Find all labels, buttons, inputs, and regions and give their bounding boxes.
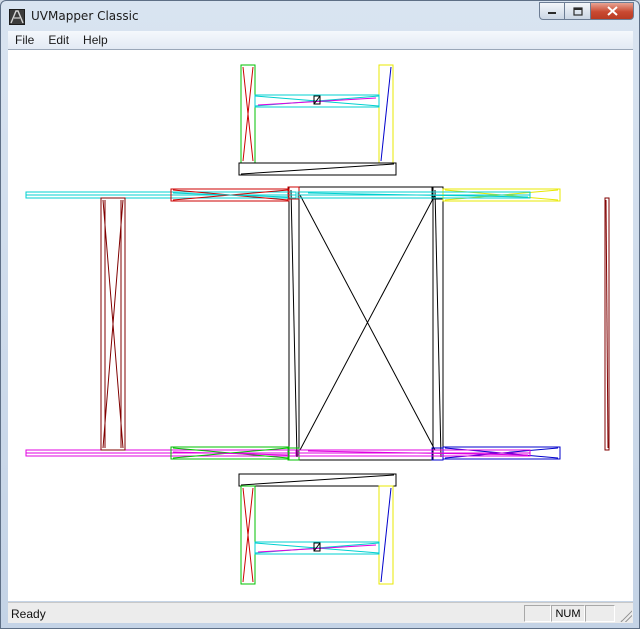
minimize-icon [548, 12, 556, 14]
minimize-button[interactable] [539, 2, 565, 20]
close-button[interactable] [591, 2, 634, 20]
menu-file[interactable]: File [8, 33, 41, 47]
status-text: Ready [11, 607, 46, 621]
maximize-icon [572, 6, 583, 16]
status-pane-empty-2 [585, 605, 615, 622]
uvmapper-app-icon[interactable] [9, 9, 25, 25]
window-controls [539, 2, 634, 20]
menu-help[interactable]: Help [76, 33, 115, 47]
title-bar[interactable]: UVMapper Classic [1, 1, 639, 31]
menu-bar: File Edit Help [8, 31, 633, 49]
status-pane-empty-1 [524, 605, 551, 622]
uv-island-bottom [238, 473, 397, 585]
menu-edit[interactable]: Edit [41, 33, 76, 47]
resize-grip-icon[interactable] [620, 610, 632, 622]
uv-map[interactable] [8, 50, 633, 602]
maximize-button[interactable] [565, 2, 591, 20]
close-icon [606, 6, 618, 16]
status-pane-num: NUM [551, 605, 585, 622]
uv-island-top [238, 64, 397, 176]
uv-canvas[interactable] [8, 49, 633, 601]
uv-island-left-leg [100, 197, 126, 451]
app-window: UVMapper Classic File Edit Help Ready NU… [0, 0, 640, 629]
uv-island-seat [287, 186, 444, 461]
uv-island-bottom-strips [25, 446, 561, 460]
uv-island-right-leg [604, 197, 610, 451]
window-title: UVMapper Classic [31, 9, 139, 23]
status-bar: Ready NUM [8, 602, 633, 623]
